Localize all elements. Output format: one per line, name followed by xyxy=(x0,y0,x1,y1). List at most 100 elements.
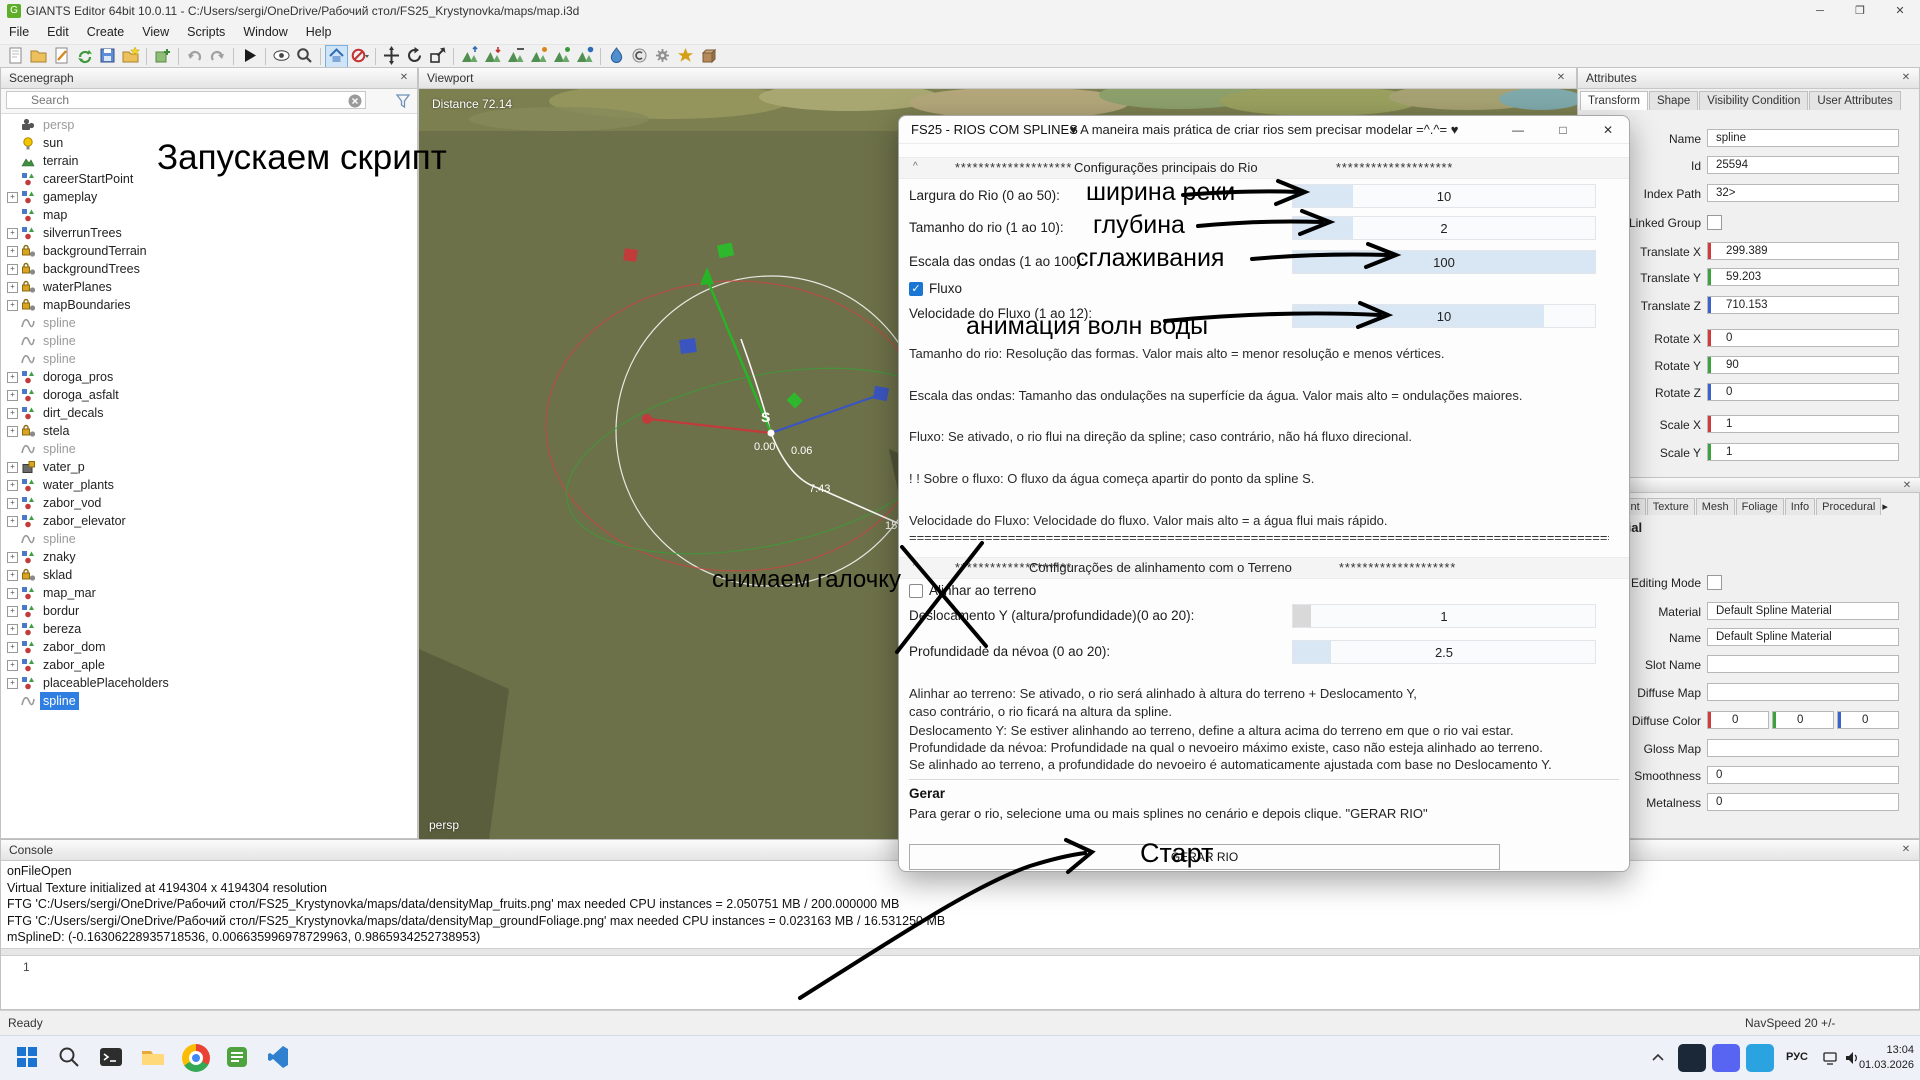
new-file-icon[interactable] xyxy=(5,46,26,67)
expand-plus-icon[interactable]: + xyxy=(7,570,18,581)
menu-help[interactable]: Help xyxy=(297,22,341,42)
material-tab-mesh[interactable]: Mesh xyxy=(1696,498,1735,515)
expand-plus-icon[interactable]: + xyxy=(7,426,18,437)
save-icon[interactable] xyxy=(97,46,118,67)
edit-scene-icon[interactable] xyxy=(51,46,72,67)
expand-plus-icon[interactable]: + xyxy=(7,408,18,419)
discord-icon[interactable] xyxy=(1712,1044,1740,1072)
terrain-info-icon[interactable] xyxy=(574,46,595,67)
undo-icon[interactable] xyxy=(184,46,205,67)
scenegraph-item-bereza[interactable]: +bereza xyxy=(1,620,417,638)
expand-plus-icon[interactable]: + xyxy=(7,642,18,653)
dialog-titlebar[interactable]: FS25 - RIOS COM SPLINES ♥ A maneira mais… xyxy=(899,116,1629,144)
expand-plus-icon[interactable]: + xyxy=(7,678,18,689)
scenegraph-item-map_mar[interactable]: +map_mar xyxy=(1,584,417,602)
scenegraph-item-zabor_aple[interactable]: +zabor_aple xyxy=(1,656,417,674)
scenegraph-item-spline[interactable]: spline xyxy=(1,692,417,710)
search-clear-icon[interactable] xyxy=(348,94,362,108)
expand-plus-icon[interactable]: + xyxy=(7,192,18,203)
expand-plus-icon[interactable]: + xyxy=(7,516,18,527)
scenegraph-item-persp[interactable]: persp xyxy=(1,116,417,134)
material-field[interactable]: Default Spline Material xyxy=(1707,628,1899,646)
tab-user-attributes[interactable]: User Attributes xyxy=(1809,91,1900,110)
console-input-area[interactable] xyxy=(1,954,1920,1011)
attr-field[interactable]: 90 xyxy=(1707,356,1899,374)
attr-field[interactable]: spline xyxy=(1707,129,1899,147)
terminal-icon[interactable] xyxy=(98,1044,126,1072)
collapse-caret-icon[interactable]: ^ xyxy=(913,161,918,172)
home-icon[interactable] xyxy=(326,46,347,67)
menu-create[interactable]: Create xyxy=(78,22,134,42)
largura-slider[interactable]: 10 xyxy=(1292,184,1596,208)
visibility-eye-icon[interactable] xyxy=(271,46,292,67)
editing-mode-checkbox[interactable] xyxy=(1707,575,1722,590)
steam-icon[interactable] xyxy=(1678,1044,1706,1072)
material-field[interactable]: 0 xyxy=(1707,766,1899,784)
dialog-close-button[interactable]: ✕ xyxy=(1593,120,1623,140)
expand-plus-icon[interactable]: + xyxy=(7,480,18,491)
scale-tool-icon[interactable] xyxy=(427,46,448,67)
reload-icon[interactable] xyxy=(74,46,95,67)
scenegraph-item-znaky[interactable]: +znaky xyxy=(1,548,417,566)
terrain-paint-icon[interactable] xyxy=(528,46,549,67)
effects-star-icon[interactable] xyxy=(675,46,696,67)
culling-icon[interactable] xyxy=(629,46,650,67)
diffuse-color-g[interactable]: 0 xyxy=(1772,711,1834,729)
scenegraph-item-doroga_pros[interactable]: +doroga_pros xyxy=(1,368,417,386)
zoom-magnifier-icon[interactable] xyxy=(294,46,315,67)
scenegraph-item-spline[interactable]: spline xyxy=(1,314,417,332)
attr-field[interactable]: 25594 xyxy=(1707,156,1899,174)
scenegraph-item-dirt_decals[interactable]: +dirt_decals xyxy=(1,404,417,422)
language-indicator[interactable]: РУС xyxy=(1786,1051,1808,1063)
console-close-icon[interactable]: ✕ xyxy=(1899,843,1913,857)
settings-gear-icon[interactable] xyxy=(652,46,673,67)
play-icon[interactable] xyxy=(239,46,260,67)
expand-plus-icon[interactable]: + xyxy=(7,606,18,617)
filter-funnel-icon[interactable] xyxy=(395,93,411,109)
tab-transform[interactable]: Transform xyxy=(1580,91,1648,110)
scenegraph-item-sklad[interactable]: +sklad xyxy=(1,566,417,584)
viewport-close-icon[interactable]: ✕ xyxy=(1554,71,1568,85)
tamanho-slider[interactable]: 2 xyxy=(1292,216,1596,240)
material-tab-foliage[interactable]: Foliage xyxy=(1736,498,1784,515)
attr-field[interactable]: 0 xyxy=(1707,383,1899,401)
expand-plus-icon[interactable]: + xyxy=(7,300,18,311)
explorer-icon[interactable] xyxy=(140,1044,168,1072)
menu-edit[interactable]: Edit xyxy=(38,22,78,42)
menu-file[interactable]: File xyxy=(0,22,38,42)
hide-toggle-icon[interactable] xyxy=(349,46,370,67)
scenegraph-item-map[interactable]: map xyxy=(1,206,417,224)
deslocamento-y-slider[interactable]: 1 xyxy=(1292,604,1596,628)
material-field[interactable]: Default Spline Material xyxy=(1707,602,1899,620)
expand-plus-icon[interactable]: + xyxy=(7,462,18,473)
scenegraph-item-backgroundTrees[interactable]: +backgroundTrees xyxy=(1,260,417,278)
attr-field[interactable]: 299.389 xyxy=(1707,242,1899,260)
terrain-smooth-icon[interactable] xyxy=(505,46,526,67)
expand-plus-icon[interactable]: + xyxy=(7,246,18,257)
tray-chevron-icon[interactable] xyxy=(1651,1052,1665,1064)
scenegraph-close-icon[interactable]: ✕ xyxy=(397,71,411,85)
clock-date[interactable]: 01.03.2026 xyxy=(1850,1059,1914,1071)
redo-icon[interactable] xyxy=(207,46,228,67)
scenegraph-item-spline[interactable]: spline xyxy=(1,332,417,350)
scenegraph-item-vater_p[interactable]: +vater_p xyxy=(1,458,417,476)
scenegraph-item-zabor_dom[interactable]: +zabor_dom xyxy=(1,638,417,656)
scenegraph-item-spline[interactable]: spline xyxy=(1,440,417,458)
scenegraph-item-terrain[interactable]: terrain xyxy=(1,152,417,170)
search-icon[interactable] xyxy=(56,1044,84,1072)
export-icon[interactable] xyxy=(120,46,141,67)
scenegraph-item-placeablePlaceholders[interactable]: +placeablePlaceholders xyxy=(1,674,417,692)
scenegraph-item-waterPlanes[interactable]: +waterPlanes xyxy=(1,278,417,296)
app-close-button[interactable]: ✕ xyxy=(1880,0,1920,22)
expand-plus-icon[interactable]: + xyxy=(7,264,18,275)
material-field[interactable] xyxy=(1707,655,1899,673)
expand-plus-icon[interactable]: + xyxy=(7,282,18,293)
material-panel-close-icon[interactable]: ✕ xyxy=(1900,479,1914,493)
scenegraph-item-gameplay[interactable]: +gameplay xyxy=(1,188,417,206)
notepad-icon[interactable] xyxy=(224,1044,252,1072)
scenegraph-item-mapBoundaries[interactable]: +mapBoundaries xyxy=(1,296,417,314)
expand-plus-icon[interactable]: + xyxy=(7,624,18,635)
scenegraph-item-careerStartPoint[interactable]: careerStartPoint xyxy=(1,170,417,188)
attr-field[interactable]: 1 xyxy=(1707,415,1899,433)
material-field[interactable]: 0 xyxy=(1707,793,1899,811)
